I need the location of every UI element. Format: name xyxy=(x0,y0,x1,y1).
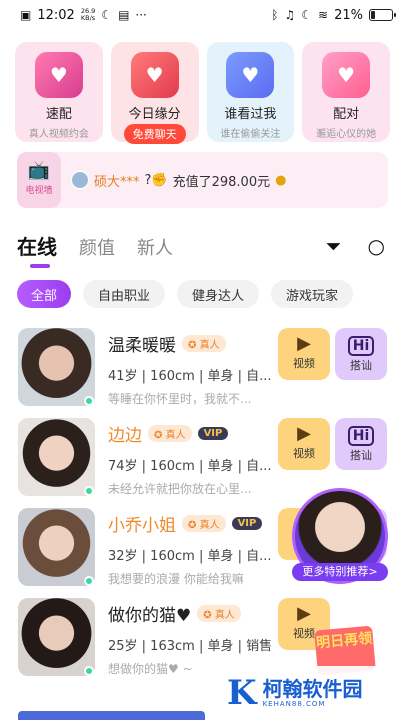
more-dots-icon: ··· xyxy=(135,8,147,22)
avatar xyxy=(71,171,89,189)
more-recommendations-button[interactable]: 更多特别推荐> xyxy=(292,563,388,581)
free-chat-button[interactable]: 免费聊天 xyxy=(123,124,186,144)
coin-icon: ● xyxy=(275,172,287,188)
card-title: 谁看过我 xyxy=(224,107,277,122)
hi-icon: Hi xyxy=(348,336,374,356)
net-speed: 26.9 KB/s xyxy=(80,7,96,22)
card-title: 今日缘分 xyxy=(128,107,181,122)
online-dot xyxy=(84,486,94,496)
banner-text: 充值了298.00元 xyxy=(172,174,271,190)
double-heart-icon: ♥ xyxy=(322,52,371,98)
bottom-banner-edge xyxy=(18,711,205,720)
list-item[interactable]: 温柔暖暖 ✪ 真人 41岁 | 160cm | 单身 | 自... 等睡在你怀里… xyxy=(0,326,405,416)
vip-badge: VIP xyxy=(197,427,229,440)
filter-icon[interactable]: ⏷ xyxy=(326,234,342,258)
card-title: 配对 xyxy=(333,107,360,122)
verified-badge: ✪ 真人 xyxy=(148,425,192,442)
watermark-logo-icon: K xyxy=(227,673,257,713)
profile-meta: 25岁 | 163cm | 单身 | 销售 xyxy=(108,639,273,654)
video-icon: ▶ xyxy=(297,423,311,444)
tab-bar: 在线 颜值 新人 ⏷ ○ xyxy=(0,230,405,268)
avatar[interactable] xyxy=(18,418,95,496)
card-quick-match[interactable]: ♥ 速配 真人视频约会 xyxy=(15,42,103,142)
profile-meta: 74岁 | 160cm | 单身 | 自... xyxy=(108,459,272,474)
hi-icon: Hi xyxy=(348,426,374,446)
card-today-fate[interactable]: ♥ 今日缘分 免费聊天 xyxy=(110,42,199,144)
tv-wall-label: 电视墙 xyxy=(25,186,53,196)
tv-wall-button[interactable]: 📺 电视墙 xyxy=(17,152,61,208)
banner-user: 硕大*** xyxy=(94,174,140,190)
profile-meta: 32岁 | 160cm | 单身 | 自... xyxy=(108,549,272,564)
mute-bell-icon: ♫ xyxy=(284,8,296,22)
banner-message: 硕大*** ?✊ 充值了298.00元 ● xyxy=(71,171,286,190)
watermark: K 柯翰软件园 KEHAN88.COM xyxy=(205,666,405,720)
chip-fitness[interactable]: 健身达人 xyxy=(177,280,260,308)
greet-button[interactable]: Hi 搭讪 xyxy=(335,328,387,380)
profile-signature: 等睡在你怀里时，我就不... xyxy=(108,392,252,406)
avatar[interactable] xyxy=(18,598,95,676)
card-who-viewed[interactable]: ♥ 谁看过我 谁在偷偷关注 xyxy=(206,42,295,142)
verified-badge: ✪ 真人 xyxy=(197,605,241,622)
video-call-button[interactable]: ▶ 视频 xyxy=(278,328,330,380)
tab-newcomers[interactable]: 新人 xyxy=(137,234,173,260)
active-tab-indicator xyxy=(30,264,50,268)
card-subtitle: 谁在偷偷关注 xyxy=(220,129,281,140)
profile-name: 做你的猫♥ xyxy=(108,606,192,626)
search-icon[interactable]: ○ xyxy=(368,234,385,258)
profile-name: 小乔小姐 xyxy=(108,516,176,536)
card-title: 速配 xyxy=(45,107,72,122)
profile-name: 温柔暖暖 xyxy=(108,336,176,356)
avatar[interactable] xyxy=(18,508,95,586)
category-chips: 全部 自由职业 健身达人 游戏玩家 xyxy=(0,280,405,308)
video-call-button[interactable]: ▶ 视频 xyxy=(278,418,330,470)
avatar[interactable] xyxy=(18,328,95,406)
clock: 12:02 xyxy=(37,7,75,23)
greet-button[interactable]: Hi 搭讪 xyxy=(335,418,387,470)
card-subtitle: 邂逅心仪的她 xyxy=(316,129,377,140)
tab-looks[interactable]: 颜值 xyxy=(79,234,115,260)
online-dot xyxy=(84,576,94,586)
online-dot xyxy=(84,666,94,676)
battery-icon xyxy=(369,9,396,21)
tv-icon: 📺 xyxy=(27,160,51,181)
battery-percent: 21% xyxy=(334,7,363,23)
card-subtitle: 真人视频约会 xyxy=(28,129,89,140)
vip-badge: VIP xyxy=(231,517,263,530)
watermark-name: 柯翰软件园 xyxy=(262,677,363,701)
online-dot xyxy=(84,396,94,406)
calendar-icon: ▤ xyxy=(118,8,130,22)
status-bar: ▣ 12:02 26.9 KB/s ☾ ▤ ··· ᛒ ♫ ☾ ≋ 21% xyxy=(0,0,405,30)
watermark-url: KEHAN88.COM xyxy=(262,700,326,708)
video-icon: ▶ xyxy=(297,333,311,354)
bluetooth-icon: ᛒ xyxy=(271,8,279,22)
verified-badge: ✪ 真人 xyxy=(182,335,226,352)
profile-signature: 我想要的浪漫 你能给我嘛 xyxy=(108,572,244,586)
recharge-banner[interactable]: 📺 电视墙 硕大*** ?✊ 充值了298.00元 ● xyxy=(17,152,388,208)
chip-gamers[interactable]: 游戏玩家 xyxy=(271,280,354,308)
video-camera-icon: ♥ xyxy=(34,52,83,98)
profile-name: 边边 xyxy=(108,426,142,446)
wifi-icon: ≋ xyxy=(318,8,329,22)
moon-icon: ☾ xyxy=(101,8,113,22)
verified-badge: ✪ 真人 xyxy=(182,515,226,532)
profile-signature: 未经允许就把你放在心里... xyxy=(108,482,252,496)
dnd-moon-icon: ☾ xyxy=(301,8,313,22)
feature-cards: ♥ 速配 真人视频约会 ♥ 今日缘分 免费聊天 ♥ 谁看过我 谁在偷偷关注 ♥ … xyxy=(0,30,405,144)
chip-all[interactable]: 全部 xyxy=(17,280,72,308)
card-pairing[interactable]: ♥ 配对 邂逅心仪的她 xyxy=(302,42,390,142)
profile-meta: 41岁 | 160cm | 单身 | 自... xyxy=(108,369,272,384)
tab-online[interactable]: 在线 xyxy=(17,231,57,260)
video-icon: ▶ xyxy=(297,603,311,624)
profile-book-icon: ♥ xyxy=(226,52,275,98)
app-notification-icon: ▣ xyxy=(20,8,32,22)
winged-heart-icon: ♥ xyxy=(130,52,179,98)
question-icon: ?✊ xyxy=(144,172,168,188)
chip-freelance[interactable]: 自由职业 xyxy=(83,280,166,308)
